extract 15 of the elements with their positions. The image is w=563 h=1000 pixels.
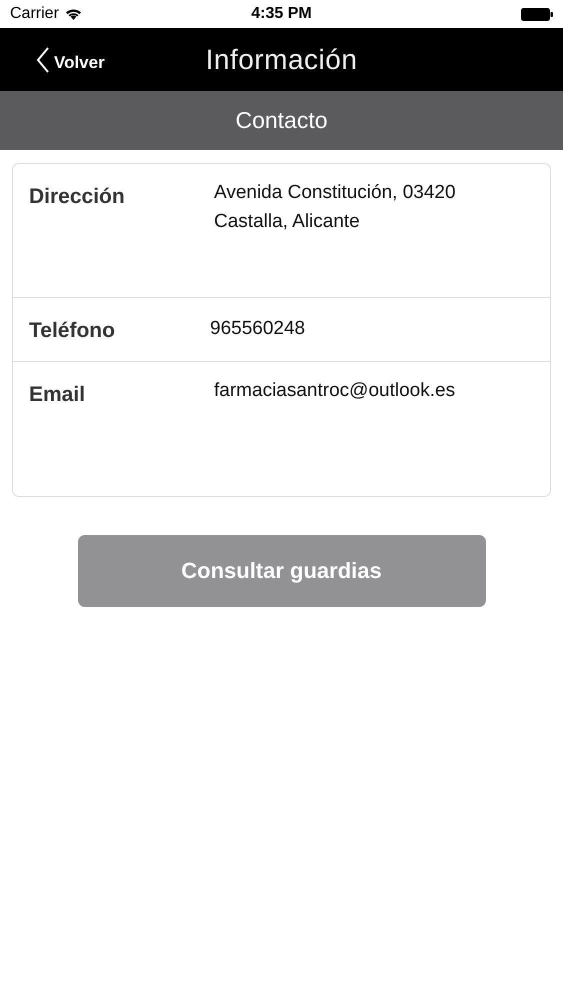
section-title: Contacto: [235, 107, 328, 134]
back-button[interactable]: Volver: [36, 46, 105, 72]
field-label: Teléfono: [29, 318, 116, 344]
field-label: Dirección: [29, 184, 126, 210]
wifi-icon: [64, 8, 82, 20]
field-value: farmaciasantroc@outlook.es: [214, 379, 456, 403]
chevron-left-icon: [36, 46, 50, 72]
carrier-label: Carrier: [10, 5, 59, 23]
field-value: 965560248: [210, 317, 306, 341]
battery-icon: [521, 8, 553, 20]
field-value: Avenida Constitución, 03420: [214, 181, 456, 205]
field-label: Email: [29, 382, 86, 408]
field-value: Castalla, Alicante: [214, 210, 361, 234]
status-time: 4:35 PM: [251, 5, 312, 23]
screen-title: Información: [206, 44, 358, 76]
